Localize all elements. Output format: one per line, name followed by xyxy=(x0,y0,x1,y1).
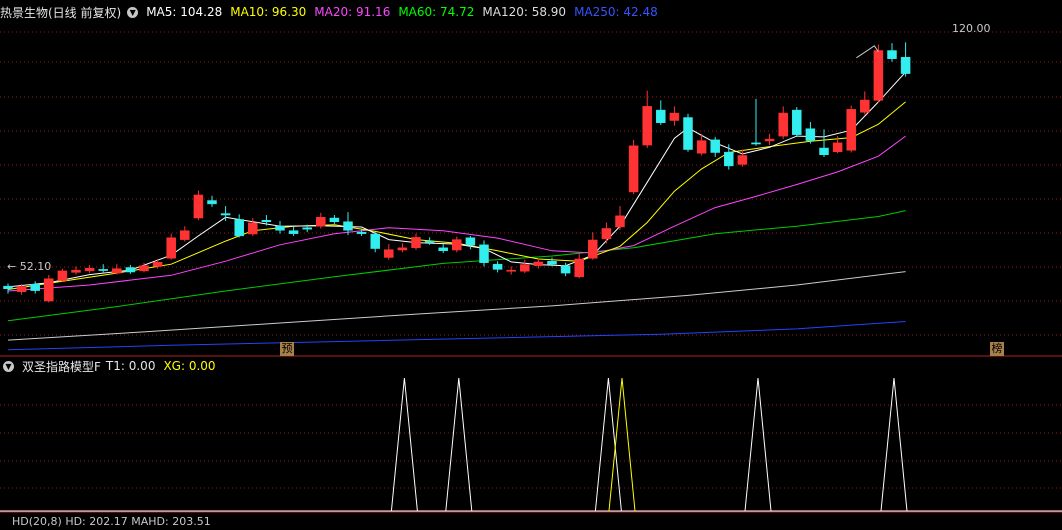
sub-title: 双圣指路模型F xyxy=(22,359,101,374)
ma250-value: MA250: 42.48 xyxy=(574,5,658,19)
candle-body xyxy=(520,264,530,272)
candle-body xyxy=(887,50,897,59)
candle-body xyxy=(220,213,231,216)
sub-chart-header: ▼ 双圣指路模型F T1: 0.00 XG: 0.00 xyxy=(0,357,224,375)
candle-body xyxy=(84,268,95,272)
candle-body xyxy=(724,151,734,167)
candle-body xyxy=(710,139,720,153)
candle-body xyxy=(30,284,40,291)
candle-body xyxy=(166,237,176,259)
candle-body xyxy=(642,106,652,146)
candle-body xyxy=(234,219,244,237)
candle-body xyxy=(57,270,68,281)
candle-body xyxy=(370,233,380,249)
t1-peak xyxy=(390,377,418,512)
ma10-value: MA10: 96.30 xyxy=(230,5,307,19)
candle-body xyxy=(656,109,666,123)
candle-body xyxy=(384,249,394,258)
ma250-line xyxy=(7,321,906,351)
candle-body xyxy=(44,278,54,302)
candle-body xyxy=(3,285,13,289)
candle-body xyxy=(628,145,639,193)
candle-body xyxy=(778,112,788,137)
candle-body xyxy=(574,258,584,278)
xg-value: XG: 0.00 xyxy=(163,359,216,373)
candle-body xyxy=(860,99,870,113)
low-price-label: ← 52.10 xyxy=(7,260,52,273)
candle-body xyxy=(193,194,204,219)
candle-body xyxy=(288,230,299,234)
candle-body xyxy=(560,265,571,274)
candle-body xyxy=(669,112,680,121)
candle-body xyxy=(452,239,462,251)
badge-left[interactable]: 预 xyxy=(280,342,294,356)
candle-body xyxy=(832,142,843,153)
candle-body xyxy=(506,269,516,272)
candle-body xyxy=(139,265,149,272)
candle-body xyxy=(751,142,761,145)
candle-body xyxy=(152,262,163,267)
ma120-value: MA120: 58.90 xyxy=(482,5,567,19)
sub-indicator-menu-icon[interactable]: ▼ xyxy=(3,360,14,372)
candle-body xyxy=(533,261,544,266)
candle-body xyxy=(805,128,816,141)
t1-value: T1: 0.00 xyxy=(105,359,156,373)
candle-body xyxy=(411,237,421,249)
high-price-label: 120.00 xyxy=(952,22,991,35)
candle-body xyxy=(615,215,625,228)
main-chart-header: 热景生物(日线 前复权) ▼ MA5: 104.28 MA10: 96.30 M… xyxy=(0,3,666,21)
candle-body xyxy=(397,247,408,251)
ma5-line xyxy=(7,71,906,288)
candle-body xyxy=(343,221,353,231)
candle-body xyxy=(207,200,217,205)
ma5-value: MA5: 104.28 xyxy=(146,5,223,19)
candle-body xyxy=(900,56,911,74)
candle-body xyxy=(873,50,884,101)
candle-body xyxy=(438,247,448,252)
candle-body xyxy=(492,263,503,270)
t1-peak xyxy=(744,377,772,512)
candle-body xyxy=(764,138,775,142)
candle-body xyxy=(424,240,435,243)
candle-body xyxy=(547,260,557,265)
candle-body xyxy=(275,225,285,231)
candle-body xyxy=(16,286,27,292)
main-price-chart[interactable] xyxy=(0,0,1062,520)
bottom-indicator-text: HD(20,8) HD: 202.17 MAHD: 203.51 xyxy=(12,514,211,528)
candle-body xyxy=(329,217,340,222)
t1-peak xyxy=(594,377,622,512)
badge-right[interactable]: 榜 xyxy=(990,342,1004,356)
candle-body xyxy=(819,147,829,155)
candle-body xyxy=(683,117,693,150)
candle-body xyxy=(180,230,190,240)
candle-body xyxy=(316,217,326,227)
candle-body xyxy=(792,109,802,135)
candle-body xyxy=(125,267,136,273)
bottom-indicator-header: HD(20,8) HD: 202.17 MAHD: 203.51 xyxy=(0,512,219,530)
candle-body xyxy=(465,237,476,246)
candle-body xyxy=(71,269,81,273)
candle-body xyxy=(601,228,612,240)
candle-body xyxy=(302,227,312,230)
candle-body xyxy=(98,269,108,271)
low-price-value: 52.10 xyxy=(19,260,52,273)
candle-body xyxy=(846,109,856,151)
t1-peak xyxy=(445,377,473,512)
candle-body xyxy=(479,244,489,263)
chart-stage: 热景生物(日线 前复权) ▼ MA5: 104.28 MA10: 96.30 M… xyxy=(0,0,1062,528)
xg-peak xyxy=(608,377,636,512)
ma20-value: MA20: 91.16 xyxy=(314,5,391,19)
indicator-menu-icon[interactable]: ▼ xyxy=(127,6,139,18)
candle-body xyxy=(356,231,367,234)
ma10-line xyxy=(7,101,906,290)
t1-peak xyxy=(880,377,908,512)
candle-body xyxy=(112,268,122,274)
candle-body xyxy=(737,155,748,165)
candle-body xyxy=(696,140,707,154)
ma60-value: MA60: 74.72 xyxy=(398,5,475,19)
stock-name: 热景生物(日线 前复权) xyxy=(0,5,122,20)
candle-body xyxy=(588,239,598,259)
candle-body xyxy=(261,220,272,222)
candle-body xyxy=(248,222,258,235)
